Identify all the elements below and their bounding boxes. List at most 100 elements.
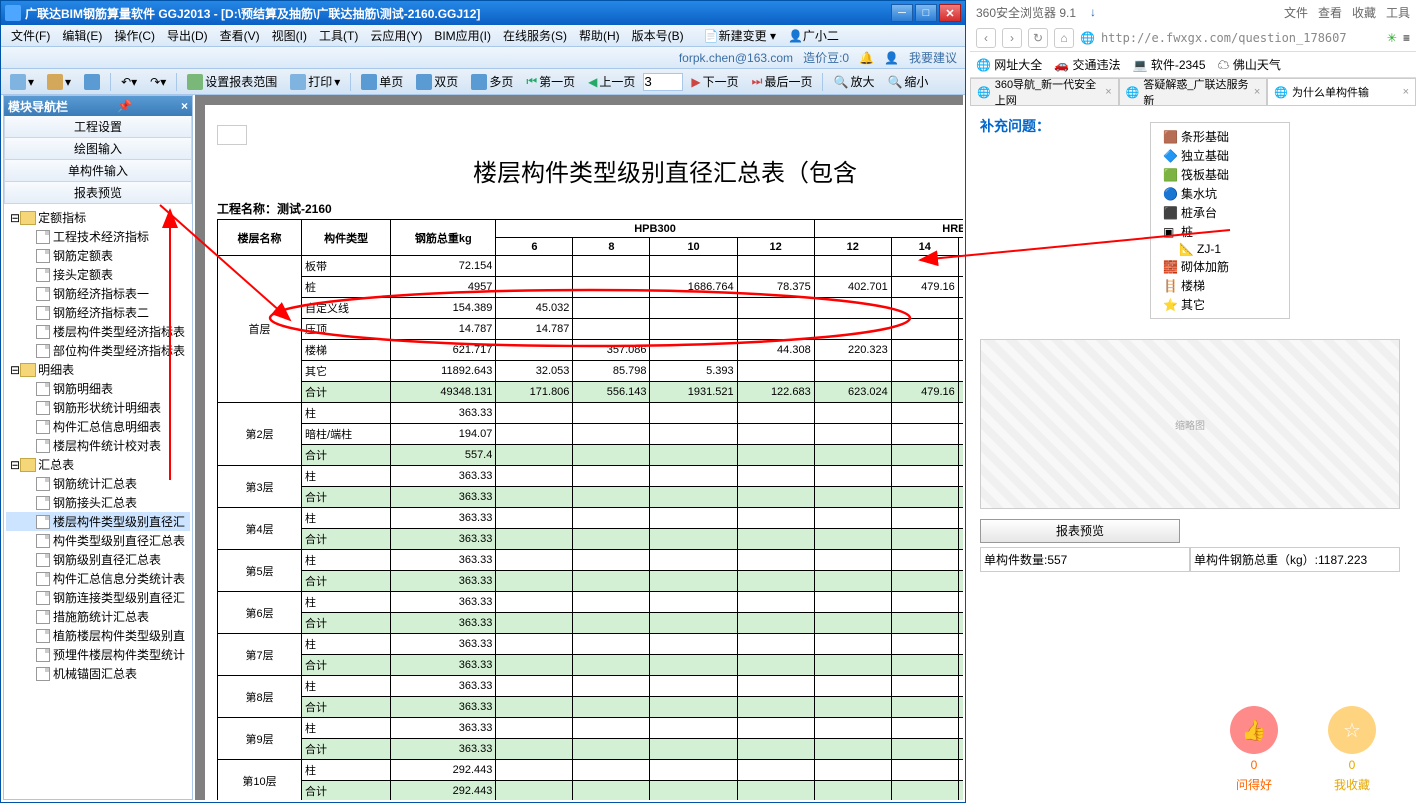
next-page-button[interactable]: ▶下一页 bbox=[686, 70, 743, 93]
double-page-button[interactable]: 双页 bbox=[411, 70, 463, 93]
menu-item[interactable]: 帮助(H) bbox=[573, 25, 626, 46]
menu-item[interactable]: 在线服务(S) bbox=[497, 25, 573, 46]
tree-item[interactable]: 楼层构件统计校对表 bbox=[6, 436, 190, 455]
undo-button[interactable]: ↶▾ bbox=[116, 72, 142, 92]
tree-item[interactable]: 植筋楼层构件类型级别直 bbox=[6, 626, 190, 645]
good-question-button[interactable]: 👍 0 问得好 bbox=[1230, 706, 1278, 793]
tree-item[interactable]: 楼层构件类型级别直径汇 bbox=[6, 512, 190, 531]
new-button[interactable]: ▾ bbox=[5, 71, 39, 93]
single-page-button[interactable]: 单页 bbox=[356, 70, 408, 93]
tree-item[interactable]: 钢筋经济指标表二 bbox=[6, 303, 190, 322]
first-page-button[interactable]: ⏮第一页 bbox=[521, 70, 580, 93]
nav-mode-button[interactable]: 工程设置 bbox=[4, 116, 192, 138]
tree-item[interactable]: 工程技术经济指标 bbox=[6, 227, 190, 246]
menu-icon[interactable]: ≡ bbox=[1403, 31, 1410, 45]
browser-menu-item[interactable]: 文件 bbox=[1284, 4, 1308, 21]
tree-folder[interactable]: ⊟汇总表 bbox=[6, 455, 190, 474]
nav-mode-button[interactable]: 绘图输入 bbox=[4, 138, 192, 160]
tree-item[interactable]: 机械锚固汇总表 bbox=[6, 664, 190, 683]
tree-item[interactable]: 接头定额表 bbox=[6, 265, 190, 284]
browser-tab[interactable]: 🌐360导航_新一代安全上网× bbox=[970, 78, 1119, 105]
nav-mode-button[interactable]: 单构件输入 bbox=[4, 160, 192, 182]
bell-icon[interactable]: 🔔 bbox=[859, 51, 874, 65]
browser-tab[interactable]: 🌐为什么单构件输× bbox=[1267, 78, 1416, 105]
pin-icon[interactable]: 📌 bbox=[117, 99, 132, 113]
open-button[interactable]: ▾ bbox=[42, 71, 76, 93]
tree-folder[interactable]: ⊟定额指标 bbox=[6, 208, 190, 227]
minimize-button[interactable]: ─ bbox=[891, 4, 913, 22]
browser-menu-item[interactable]: 收藏 bbox=[1352, 4, 1376, 21]
favorite-button[interactable]: ☆ 0 我收藏 bbox=[1328, 706, 1376, 793]
component-tree-item[interactable]: 🪜楼梯 bbox=[1155, 276, 1285, 295]
report-preview-button[interactable]: 报表预览 bbox=[980, 519, 1180, 543]
bookmark-item[interactable]: ☁ 佛山天气 bbox=[1218, 56, 1281, 73]
tree-item[interactable]: 措施筋统计汇总表 bbox=[6, 607, 190, 626]
bookmark-item[interactable]: 💻 软件-2345 bbox=[1133, 56, 1206, 73]
tree-item[interactable]: 钢筋级别直径汇总表 bbox=[6, 550, 190, 569]
feedback-link[interactable]: 我要建议 bbox=[909, 49, 957, 66]
forward-button[interactable]: › bbox=[1002, 28, 1022, 48]
component-tree-item[interactable]: 🔵集水坑 bbox=[1155, 184, 1285, 203]
browser-menu-item[interactable]: 工具 bbox=[1386, 4, 1410, 21]
menu-item[interactable]: 操作(C) bbox=[108, 25, 161, 46]
menu-item[interactable]: 文件(F) bbox=[5, 25, 56, 46]
bookmark-item[interactable]: 🌐 网址大全 bbox=[976, 56, 1042, 73]
prev-page-button[interactable]: ◀上一页 bbox=[583, 70, 640, 93]
tree-item[interactable]: 构件汇总信息明细表 bbox=[6, 417, 190, 436]
tree-item[interactable]: 钢筋明细表 bbox=[6, 379, 190, 398]
menu-item[interactable]: 视图(I) bbox=[266, 25, 313, 46]
component-tree-item[interactable]: 🔷独立基础 bbox=[1155, 146, 1285, 165]
component-tree-item[interactable]: 🟫条形基础 bbox=[1155, 127, 1285, 146]
user-menu[interactable]: 👤广小二 bbox=[782, 25, 845, 46]
ext-icon[interactable]: ✳ bbox=[1387, 31, 1397, 45]
tree-item[interactable]: 钢筋统计汇总表 bbox=[6, 474, 190, 493]
new-change-button[interactable]: 📄新建变更 ▾ bbox=[698, 25, 782, 46]
component-tree-item[interactable]: ⭐其它 bbox=[1155, 295, 1285, 314]
tree-item[interactable]: 钢筋接头汇总表 bbox=[6, 493, 190, 512]
tree-item[interactable]: 钢筋连接类型级别直径汇 bbox=[6, 588, 190, 607]
menu-item[interactable]: 编辑(E) bbox=[56, 25, 108, 46]
reload-button[interactable]: ↻ bbox=[1028, 28, 1048, 48]
tree-item[interactable]: 构件类型级别直径汇总表 bbox=[6, 531, 190, 550]
last-page-button[interactable]: ⏭最后一页 bbox=[747, 70, 818, 93]
url-field[interactable]: http://e.fwxgx.com/question_178607 bbox=[1101, 31, 1381, 45]
bookmark-item[interactable]: 🚗 交通违法 bbox=[1054, 56, 1120, 73]
nav-mode-button[interactable]: 报表预览 bbox=[4, 182, 192, 204]
tree-item[interactable]: 楼层构件类型经济指标表 bbox=[6, 322, 190, 341]
tree-item[interactable]: 钢筋形状统计明细表 bbox=[6, 398, 190, 417]
user-email[interactable]: forpk.chen@163.com bbox=[679, 51, 793, 65]
close-button[interactable]: ✕ bbox=[939, 4, 961, 22]
print-button[interactable]: 打印▾ bbox=[285, 70, 345, 93]
tree-item[interactable]: 钢筋定额表 bbox=[6, 246, 190, 265]
tree-folder[interactable]: ⊟明细表 bbox=[6, 360, 190, 379]
redo-button[interactable]: ↷▾ bbox=[145, 72, 171, 92]
tree-item[interactable]: 预埋件楼层构件类型统计 bbox=[6, 645, 190, 664]
browser-tab[interactable]: 🌐答疑解惑_广联达服务新× bbox=[1119, 78, 1268, 105]
component-tree-item[interactable]: 🧱砌体加筋 bbox=[1155, 257, 1285, 276]
save-button[interactable] bbox=[79, 71, 105, 93]
report-viewport[interactable]: 楼层构件类型级别直径汇总表（包含 工程名称：测试-2160 编制日期：2018-… bbox=[195, 95, 963, 800]
menu-item[interactable]: 导出(D) bbox=[161, 25, 214, 46]
tree-item[interactable]: 钢筋经济指标表一 bbox=[6, 284, 190, 303]
browser-menu-item[interactable]: 查看 bbox=[1318, 4, 1342, 21]
menu-item[interactable]: 云应用(Y) bbox=[364, 25, 428, 46]
component-tree[interactable]: 🟫条形基础🔷独立基础🟩筏板基础🔵集水坑⬛桩承台▣桩📐ZJ-1🧱砌体加筋🪜楼梯⭐其… bbox=[1150, 122, 1290, 319]
menu-item[interactable]: 查看(V) bbox=[214, 25, 266, 46]
menu-item[interactable]: BIM应用(I) bbox=[428, 25, 497, 46]
nav-close-icon[interactable]: × bbox=[181, 99, 188, 113]
back-button[interactable]: ‹ bbox=[976, 28, 996, 48]
menu-item[interactable]: 版本号(B) bbox=[626, 25, 690, 46]
component-tree-item[interactable]: 🟩筏板基础 bbox=[1155, 165, 1285, 184]
tree-item[interactable]: 构件汇总信息分类统计表 bbox=[6, 569, 190, 588]
set-report-range-button[interactable]: 设置报表范围 bbox=[182, 70, 282, 93]
component-tree-item[interactable]: ▣桩 bbox=[1155, 222, 1285, 241]
page-input[interactable] bbox=[643, 73, 683, 91]
maximize-button[interactable]: □ bbox=[915, 4, 937, 22]
menu-item[interactable]: 工具(T) bbox=[313, 25, 364, 46]
zoom-in-button[interactable]: 🔍放大 bbox=[828, 70, 879, 93]
home-button[interactable]: ⌂ bbox=[1054, 28, 1074, 48]
zoom-out-button[interactable]: 🔍缩小 bbox=[882, 70, 933, 93]
multi-page-button[interactable]: 多页 bbox=[466, 70, 518, 93]
component-tree-item[interactable]: ⬛桩承台 bbox=[1155, 203, 1285, 222]
tree-item[interactable]: 部位构件类型经济指标表 bbox=[6, 341, 190, 360]
